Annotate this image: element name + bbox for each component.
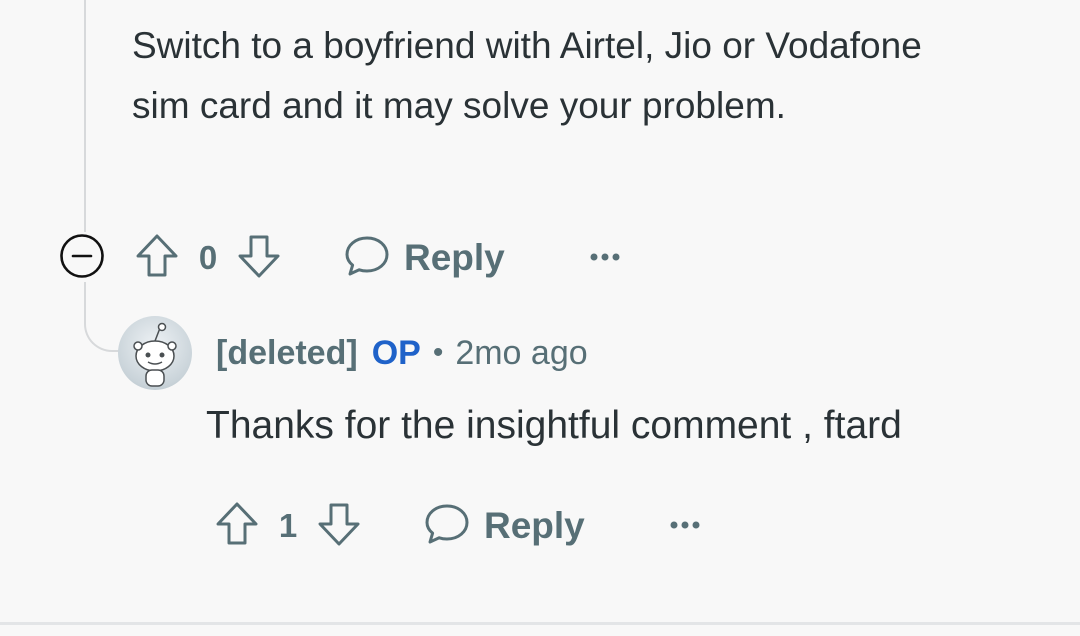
- ellipsis-icon: [589, 249, 621, 267]
- reply-button[interactable]: Reply: [424, 502, 585, 551]
- minus-circle-icon: [59, 233, 105, 284]
- bottom-divider: [0, 622, 1080, 625]
- downvote-button[interactable]: [236, 232, 282, 285]
- downvote-icon: [316, 500, 362, 553]
- thread-line[interactable]: [84, 0, 86, 232]
- more-options-button[interactable]: [589, 249, 621, 267]
- separator-dot: •: [432, 336, 444, 369]
- upvote-icon: [134, 232, 180, 285]
- upvote-button[interactable]: [134, 232, 180, 285]
- vote-count: 0: [198, 239, 218, 276]
- downvote-button[interactable]: [316, 500, 362, 553]
- parent-comment-body: Switch to a boyfriend with Airtel, Jio o…: [132, 25, 922, 126]
- ellipsis-icon: [669, 517, 701, 535]
- author-name[interactable]: [deleted]: [216, 334, 358, 373]
- reply-comment-actions: 1 Reply: [214, 498, 701, 554]
- op-badge: OP: [371, 333, 421, 372]
- reply-button[interactable]: Reply: [344, 234, 505, 283]
- timestamp: 2mo ago: [455, 333, 588, 372]
- upvote-icon: [214, 500, 260, 553]
- upvote-button[interactable]: [214, 500, 260, 553]
- parent-comment-actions: 0 Reply: [58, 230, 621, 286]
- more-options-button[interactable]: [669, 517, 701, 535]
- reply-label: Reply: [404, 237, 505, 278]
- comment-thread: Switch to a boyfriend with Airtel, Jio o…: [0, 0, 1080, 636]
- collapse-button[interactable]: [58, 233, 106, 284]
- comment-bubble-icon: [424, 502, 470, 551]
- snoo-avatar-icon[interactable]: [118, 316, 192, 390]
- reply-comment-header: [deleted] OP • 2mo ago: [118, 316, 588, 390]
- comment-bubble-icon: [344, 234, 390, 283]
- downvote-icon: [236, 232, 282, 285]
- reply-label: Reply: [484, 505, 585, 546]
- reply-comment-body: Thanks for the insightful comment , ftar…: [206, 404, 902, 447]
- vote-count: 1: [278, 507, 298, 544]
